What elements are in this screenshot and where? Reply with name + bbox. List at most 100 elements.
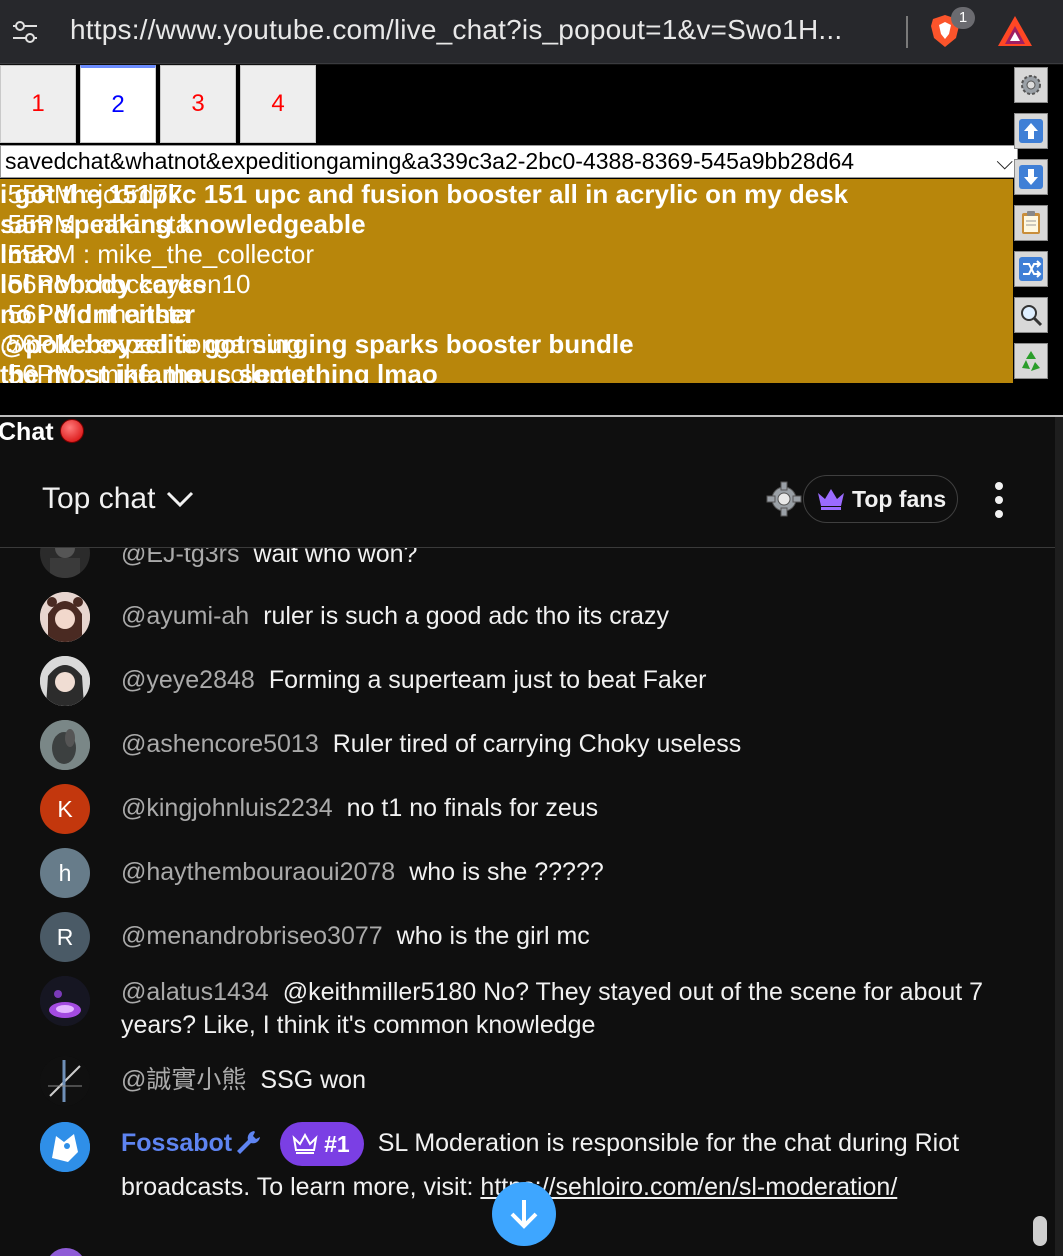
log-message: sam speaking knowledgeable — [0, 209, 366, 239]
scroll-up-icon — [1019, 119, 1043, 143]
chat-message: @ashencore5013 Ruler tired of carrying Ch… — [0, 720, 1040, 780]
clipboard-icon — [1022, 211, 1040, 234]
avatar[interactable]: h — [40, 848, 90, 898]
chat-log: 9:55PM : jcord77 i got the 151pkc 151 up… — [0, 179, 1013, 383]
message-body: @ashencore5013 Ruler tired of carrying Ch… — [121, 728, 991, 761]
saved-chat-select-value: savedchat&whatnot&expeditiongaming&a339c… — [5, 148, 855, 174]
top-chat-dropdown[interactable]: Top chat — [42, 482, 195, 516]
tab-3[interactable]: 3 — [160, 65, 236, 143]
avatar[interactable]: K — [40, 784, 90, 834]
avatar-initial: R — [56, 923, 74, 950]
chat-logger-extension: 1 2 3 4 savedchat&whatnot&expeditiongami… — [0, 65, 1063, 417]
message-body: @誠實小熊 SSG won — [121, 1064, 991, 1097]
author-name[interactable]: @alatus1434 — [121, 978, 269, 1006]
arrow-down-icon — [510, 1200, 538, 1229]
chat-message: @EJ-tg3rs wait who won? — [0, 548, 1040, 593]
log-line: 9:56PM : hockeyken10 lol nobody cares — [0, 269, 1013, 299]
message-body: @alatus1434 @keithmiller5180 No? They sta… — [121, 976, 991, 1042]
message-body: @kingjohnluis2234 no t1 no finals for zeu… — [121, 792, 991, 825]
live-dot-icon — [59, 419, 84, 443]
screen: https://www.youtube.com/live_chat?is_pop… — [0, 0, 1063, 1256]
clipboard-button[interactable] — [1014, 205, 1048, 241]
tune-icon[interactable] — [12, 20, 38, 44]
author-name[interactable]: @ayumi-ah — [121, 602, 249, 630]
address-url[interactable]: https://www.youtube.com/live_chat?is_pop… — [70, 14, 842, 46]
bat-rewards-icon[interactable] — [996, 14, 1034, 48]
avatar[interactable] — [40, 1056, 90, 1106]
tab-label: 3 — [191, 90, 205, 117]
avatar[interactable]: R — [40, 912, 90, 962]
avatar[interactable] — [40, 1122, 90, 1172]
scroll-down-icon — [1019, 165, 1043, 189]
chat-message: @alatus1434 @keithmiller5180 No? They sta… — [0, 976, 1040, 1056]
chat-message: K @kingjohnluis2234 no t1 no finals for z… — [0, 784, 1040, 844]
message-body: @ayumi-ah ruler is such a good adc tho it… — [121, 600, 991, 633]
author-name[interactable]: Fossabot — [121, 1129, 232, 1157]
tab-2[interactable]: 2 — [80, 65, 156, 143]
settings-button[interactable] — [1014, 67, 1048, 103]
log-line: 9:56PM : nhansta no i didnt either — [0, 299, 1013, 329]
message-text: Ruler tired of carrying Choky useless — [332, 730, 742, 758]
tab-4[interactable]: 4 — [240, 65, 316, 143]
top-fans-button[interactable]: Top fans — [803, 475, 958, 523]
author-name[interactable]: @誠實小熊 — [121, 1066, 246, 1094]
avatar-initial: K — [57, 795, 73, 822]
avatar[interactable] — [40, 656, 90, 706]
log-line: 9:56PM : expeditiongaming @pokeboyzelite… — [0, 329, 1013, 359]
chat-message: R @menandrobriseo3077 who is the girl mc — [0, 912, 1040, 972]
top-chat-label: Top chat — [42, 482, 156, 515]
avatar[interactable] — [40, 720, 90, 770]
scroll-up-button[interactable] — [1014, 113, 1048, 149]
gear-icon[interactable] — [766, 481, 802, 517]
scroll-to-bottom-button[interactable] — [492, 1182, 556, 1246]
avatar-initial: h — [58, 859, 72, 886]
rank-label: #1 — [324, 1130, 350, 1157]
recycle-button[interactable] — [1014, 343, 1048, 379]
message-text: Forming a superteam just to beat Faker — [268, 666, 707, 694]
author-name[interactable]: @menandrobriseo3077 — [121, 922, 383, 950]
toolbar-separator — [906, 16, 908, 48]
log-line: 9:55PM : jcord77 i got the 151pkc 151 up… — [0, 179, 1013, 209]
log-message: the most infamous something lmao — [0, 359, 438, 383]
message-body: Fossabot #1 SL Moderation is responsible f… — [121, 1122, 991, 1209]
shuffle-button[interactable] — [1014, 251, 1048, 287]
chat-message: @yeye2848 Forming a superteam just to bea… — [0, 656, 1040, 716]
settings-icon — [1021, 75, 1041, 95]
extension-tabs: 1 2 3 4 — [0, 65, 320, 143]
tab-label: 4 — [271, 90, 285, 117]
panel-divider — [0, 415, 1063, 417]
avatar[interactable] — [40, 592, 90, 642]
more-options-icon[interactable] — [988, 480, 1010, 520]
chat-label: Chat — [0, 418, 84, 447]
author-name[interactable]: @yeye2848 — [121, 666, 255, 694]
top-fan-rank-badge: #1 — [280, 1122, 364, 1167]
saved-chat-select[interactable]: savedchat&whatnot&expeditiongaming&a339c… — [0, 145, 1018, 178]
browser-address-bar: https://www.youtube.com/live_chat?is_pop… — [0, 0, 1063, 64]
author-name[interactable]: @kingjohnluis2234 — [121, 794, 333, 822]
avatar[interactable] — [40, 548, 90, 578]
message-body: @yeye2848 Forming a superteam just to bea… — [121, 664, 991, 697]
crown-icon — [818, 489, 844, 510]
page-edge — [1055, 417, 1063, 1256]
message-text: no t1 no finals for zeus — [346, 794, 599, 822]
chat-messages: @EJ-tg3rs wait who won? @ayumi-ah ruler is… — [0, 548, 1055, 1256]
scrollbar-thumb[interactable] — [1033, 1216, 1047, 1246]
chat-message: h @haythembouraoui2078 who is she ????? — [0, 848, 1040, 908]
log-message: i got the 151pkc 151 upc and fusion boos… — [0, 179, 849, 209]
log-message: @pokeboyzelite got surging sparks booste… — [0, 329, 634, 359]
search-button[interactable] — [1014, 297, 1048, 333]
shuffle-icon — [1019, 257, 1043, 281]
log-line: 9:55PM : nhansta sam speaking knowledgea… — [0, 209, 1013, 239]
author-name[interactable]: @haythembouraoui2078 — [121, 858, 395, 886]
crown-icon — [292, 1133, 318, 1155]
tab-label: 1 — [31, 90, 45, 117]
wrench-icon — [237, 1131, 261, 1154]
scroll-down-button[interactable] — [1014, 159, 1048, 195]
author-name[interactable]: @EJ-tg3rs — [121, 548, 239, 568]
author-name[interactable]: @ashencore5013 — [121, 730, 319, 758]
chevron-down-icon — [167, 491, 194, 508]
tab-1[interactable]: 1 — [0, 65, 76, 143]
avatar[interactable] — [40, 976, 90, 1026]
message-text: ruler is such a good adc tho its crazy — [263, 602, 669, 630]
chat-message: @誠實小熊 SSG won — [0, 1056, 1040, 1116]
